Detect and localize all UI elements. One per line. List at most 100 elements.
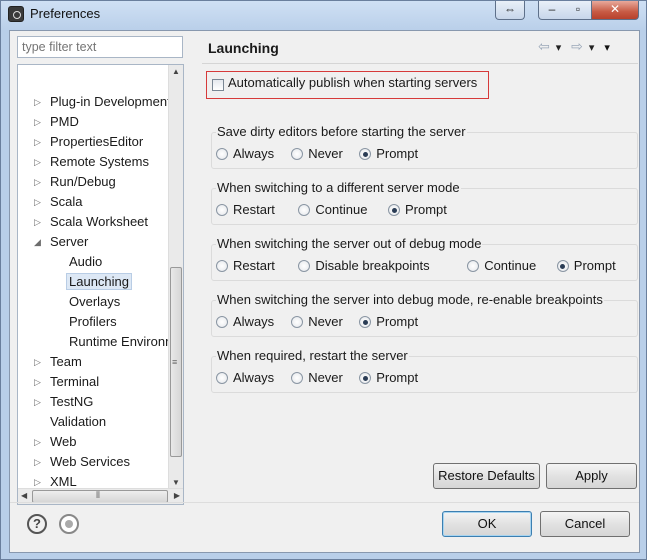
radio-button-icon[interactable] bbox=[556, 260, 569, 272]
radio-option[interactable]: Prompt bbox=[359, 313, 418, 331]
radio-option[interactable]: Restart bbox=[216, 257, 275, 275]
radio-option-label: Restart bbox=[233, 202, 275, 217]
radio-button-icon[interactable] bbox=[298, 204, 311, 216]
radio-option[interactable]: Always bbox=[216, 369, 274, 387]
tree-item[interactable]: ▷ Remote Systems bbox=[34, 152, 149, 172]
tree-item[interactable]: Overlays bbox=[69, 292, 120, 312]
collapsed-arrow-icon[interactable]: ▷ bbox=[34, 172, 46, 192]
collapsed-arrow-icon[interactable]: ▷ bbox=[34, 452, 46, 472]
tree-item[interactable]: Profilers bbox=[69, 312, 117, 332]
radio-option-label: Restart bbox=[233, 258, 275, 273]
radio-option[interactable]: Continue bbox=[298, 201, 367, 219]
expanded-arrow-icon[interactable]: ◢ bbox=[34, 232, 46, 252]
scroll-left-icon[interactable]: ◀ bbox=[21, 491, 27, 500]
tree-item[interactable]: ◢ Server bbox=[34, 232, 88, 252]
radio-option[interactable]: Disable breakpoints bbox=[298, 257, 430, 275]
tree-item[interactable]: Launching bbox=[66, 272, 132, 292]
tree-item[interactable]: ▷ PMD bbox=[34, 112, 79, 132]
close-button[interactable]: ✕ bbox=[591, 1, 639, 20]
auto-publish-checkbox[interactable] bbox=[212, 79, 224, 91]
ok-button[interactable]: OK bbox=[442, 511, 532, 537]
radio-button-icon[interactable] bbox=[291, 316, 304, 328]
radio-button-icon[interactable] bbox=[216, 316, 228, 328]
scroll-down-icon[interactable]: ▼ bbox=[172, 478, 180, 487]
tree-item-label: TestNG bbox=[50, 394, 94, 409]
radio-option[interactable]: Restart bbox=[216, 201, 275, 219]
back-icon[interactable]: ⇦ bbox=[538, 38, 550, 54]
radio-option[interactable]: Prompt bbox=[388, 201, 447, 219]
tree-item[interactable]: Audio bbox=[69, 252, 102, 272]
collapsed-arrow-icon[interactable]: ▷ bbox=[34, 92, 46, 112]
tree-item-label: Launching bbox=[66, 273, 132, 290]
tree-item[interactable]: Runtime Environm bbox=[69, 332, 176, 352]
collapsed-arrow-icon[interactable]: ▷ bbox=[34, 352, 46, 372]
scroll-right-icon[interactable]: ▶ bbox=[174, 491, 180, 500]
radio-button-icon[interactable] bbox=[216, 372, 228, 384]
tree-item[interactable]: ▷ Run/Debug bbox=[34, 172, 116, 192]
tree-item[interactable]: ▷ Plug-in Development bbox=[34, 92, 171, 112]
preference-tree[interactable]: ▷ Plug-in Development ▷ PMD ▷ PropertiesEdito… bbox=[17, 64, 184, 505]
radio-option[interactable]: Prompt bbox=[359, 145, 418, 163]
collapsed-arrow-icon[interactable]: ▷ bbox=[34, 152, 46, 172]
back-dropdown-icon[interactable]: ▾ bbox=[556, 42, 562, 54]
tree-item-label: Team bbox=[50, 354, 82, 369]
filter-input[interactable] bbox=[17, 36, 183, 58]
grip-icon: ≡ bbox=[172, 357, 178, 367]
radio-option[interactable]: Never bbox=[291, 369, 343, 387]
tree-item[interactable]: ▷ Scala bbox=[34, 192, 83, 212]
radio-option[interactable]: Continue bbox=[467, 257, 536, 275]
tree-item[interactable]: ▷ Terminal bbox=[34, 372, 99, 392]
radio-button-icon[interactable] bbox=[359, 372, 372, 384]
radio-button-icon[interactable] bbox=[216, 148, 228, 160]
app-icon bbox=[8, 6, 24, 22]
radio-button-icon[interactable] bbox=[291, 148, 304, 160]
radio-button-icon[interactable] bbox=[359, 316, 372, 328]
apply-button[interactable]: Apply bbox=[546, 463, 637, 489]
tree-item[interactable]: ▷ Team bbox=[34, 352, 82, 372]
tree-item[interactable]: ▷ Web Services bbox=[34, 452, 130, 472]
radio-option[interactable]: Always bbox=[216, 145, 274, 163]
forward-dropdown-icon[interactable]: ▾ bbox=[589, 42, 595, 54]
radio-option[interactable]: Never bbox=[291, 145, 343, 163]
tree-item[interactable]: ▷ Scala Worksheet bbox=[34, 212, 148, 232]
collapsed-arrow-icon[interactable]: ▷ bbox=[34, 372, 46, 392]
radio-option[interactable]: Prompt bbox=[556, 257, 616, 275]
auto-publish-label[interactable]: Automatically publish when starting serv… bbox=[228, 75, 477, 90]
tree-item[interactable]: ▷ Web bbox=[34, 432, 77, 452]
view-menu-icon[interactable]: ▾ bbox=[604, 42, 610, 54]
title-bar[interactable]: Preferences ⇔ – ▫ ✕ bbox=[1, 1, 646, 29]
radio-button-icon[interactable] bbox=[216, 260, 228, 272]
help-icon[interactable]: ? bbox=[27, 514, 47, 534]
collapsed-arrow-icon[interactable]: ▷ bbox=[34, 112, 46, 132]
radio-option-label: Prompt bbox=[405, 202, 447, 217]
minimize-button[interactable]: – bbox=[538, 1, 566, 20]
tree-item[interactable]: Validation bbox=[50, 412, 106, 432]
collapsed-arrow-icon[interactable]: ▷ bbox=[34, 432, 46, 452]
forward-icon[interactable]: ⇨ bbox=[571, 38, 583, 54]
tree-item[interactable]: ▷ PropertiesEditor bbox=[34, 132, 143, 152]
radio-button-icon[interactable] bbox=[291, 372, 304, 384]
scroll-up-icon[interactable]: ▲ bbox=[172, 67, 180, 76]
radio-button-icon[interactable] bbox=[298, 260, 311, 272]
window-title: Preferences bbox=[30, 6, 101, 21]
radio-button-icon[interactable] bbox=[216, 204, 228, 216]
tree-item[interactable]: ▷ TestNG bbox=[34, 392, 94, 412]
restore-defaults-button[interactable]: Restore Defaults bbox=[433, 463, 540, 489]
collapsed-arrow-icon[interactable]: ▷ bbox=[34, 392, 46, 412]
radio-option[interactable]: Never bbox=[291, 313, 343, 331]
tree-vertical-scrollbar[interactable]: ▲ ≡ ▼ bbox=[168, 65, 183, 489]
collapsed-arrow-icon[interactable]: ▷ bbox=[34, 132, 46, 152]
cancel-button[interactable]: Cancel bbox=[540, 511, 630, 537]
radio-button-icon[interactable] bbox=[388, 204, 400, 216]
tree-item-label: Run/Debug bbox=[50, 174, 116, 189]
maximize-button[interactable]: ▫ bbox=[565, 1, 592, 20]
radio-button-icon[interactable] bbox=[467, 260, 480, 272]
radio-option[interactable]: Prompt bbox=[359, 369, 418, 387]
auto-publish-highlight: Automatically publish when starting serv… bbox=[206, 71, 489, 99]
radio-option[interactable]: Always bbox=[216, 313, 274, 331]
resize-icon[interactable]: ⇔ bbox=[495, 1, 525, 20]
collapsed-arrow-icon[interactable]: ▷ bbox=[34, 192, 46, 212]
record-icon[interactable] bbox=[59, 514, 79, 534]
collapsed-arrow-icon[interactable]: ▷ bbox=[34, 212, 46, 232]
radio-button-icon[interactable] bbox=[359, 148, 372, 160]
